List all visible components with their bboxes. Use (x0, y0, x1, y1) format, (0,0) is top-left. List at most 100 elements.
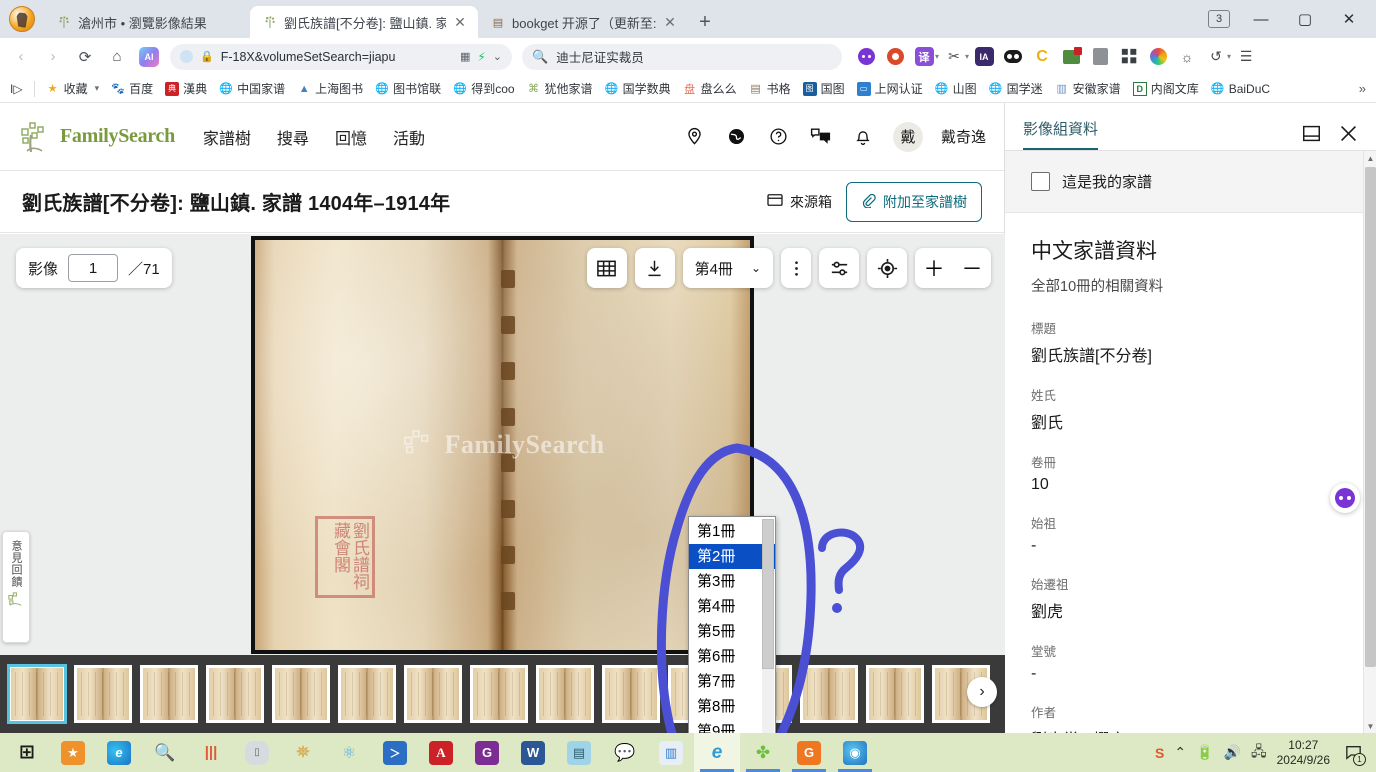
taskbar-star-app[interactable]: ★ (50, 733, 96, 772)
battery-icon[interactable]: 🔋 (1196, 744, 1213, 761)
new-tab-button[interactable]: + (688, 6, 722, 38)
history-undo-icon[interactable]: ↺ (1202, 43, 1230, 71)
chat-bubbles-icon[interactable] (809, 125, 833, 149)
internet-archive-icon[interactable]: IA (970, 43, 998, 71)
forward-icon[interactable]: › (38, 42, 68, 72)
home-icon[interactable]: ⌂ (102, 42, 132, 72)
chevron-down-icon[interactable]: ▾ (95, 83, 100, 94)
taskbar-mouse-app[interactable]: ▯ (234, 733, 280, 772)
taskbar-reader-app[interactable]: ▥ (648, 733, 694, 772)
nav-item-search[interactable]: 搜尋 (277, 125, 309, 149)
bookmarks-sidebar-toggle[interactable]: I▷ (4, 80, 29, 98)
bookmark-item-5[interactable]: 🌐 图书馆联 (369, 78, 447, 99)
taskbar-horse-app[interactable]: ⛯ (280, 733, 326, 772)
grid-view-button[interactable] (587, 248, 627, 288)
chat-assistant-fab[interactable] (1330, 483, 1360, 513)
familysearch-logo[interactable]: FamilySearch (18, 120, 175, 154)
thumbnail-item[interactable] (470, 665, 528, 723)
bookmark-item-6[interactable]: 🌐 得到coo (447, 78, 520, 99)
bookmark-item-15[interactable]: ▥ 安徽家谱 (1049, 78, 1127, 99)
bookmark-item-9[interactable]: 盘 盘么么 (677, 78, 743, 99)
filmstrip-next-button[interactable]: › (967, 677, 997, 707)
bookmark-item-1[interactable]: 🐾 百度 (105, 78, 159, 99)
browser-tab-1[interactable]: 劉氏族譜[不分卷]: 鹽山鎮. 家譜 ✕ (250, 6, 478, 38)
nav-item-tree[interactable]: 家譜樹 (203, 125, 251, 149)
tab-image-group-info[interactable]: 影像組資料 (1023, 118, 1098, 151)
color-wheel-ai-icon[interactable] (1144, 43, 1172, 71)
close-icon[interactable] (1339, 124, 1358, 143)
sogou-input-icon[interactable]: S (1155, 745, 1164, 761)
globe-icon[interactable] (725, 125, 749, 149)
show-hidden-icons-chevron[interactable]: ⌃ (1174, 744, 1186, 761)
bookmark-item-17[interactable]: 🌐 BaiDuC (1205, 80, 1276, 98)
taskbar-wechat[interactable]: 💬 (602, 733, 648, 772)
download-button[interactable] (635, 248, 675, 288)
zoom-in-button[interactable]: ＋ (915, 248, 953, 288)
zoom-out-button[interactable]: － (953, 248, 991, 288)
bookmark-item-4[interactable]: ▲ 上海图书 (291, 78, 369, 99)
panel-scrollbar[interactable]: ▲ ▼ (1363, 151, 1376, 733)
taskbar-powershell[interactable]: ＞ (372, 733, 418, 772)
bookmark-item-14[interactable]: 🌐 国学迷 (983, 78, 1049, 99)
taskbar-acrobat[interactable]: A (418, 733, 464, 772)
back-icon[interactable]: ‹ (6, 42, 36, 72)
bookmark-item-16[interactable]: D 内阁文库 (1127, 78, 1205, 99)
dual-dot-icon[interactable] (999, 43, 1027, 71)
taskbar-clover[interactable]: ✤ (740, 733, 786, 772)
chat-assistant-icon[interactable] (852, 43, 880, 71)
thumbnail-item[interactable] (602, 665, 660, 723)
history-caret-icon[interactable]: ▾ (1227, 52, 1231, 61)
search-bar[interactable]: 🔍 迪士尼证实裁员 (522, 44, 842, 70)
thumbnail-item[interactable] (536, 665, 594, 723)
bookmark-item-0[interactable]: ★ 收藏 ▾ (40, 78, 106, 99)
taskbar-atom-app[interactable]: ⚛ (326, 733, 372, 772)
weibo-icon[interactable] (881, 43, 909, 71)
taskbar-gpdf2[interactable]: G (786, 733, 832, 772)
bookmark-item-13[interactable]: 🌐 山图 (929, 78, 983, 99)
bookmark-item-11[interactable]: 图 国图 (797, 78, 851, 99)
browser-tab-1-close-icon[interactable]: ✕ (452, 14, 468, 30)
avatar[interactable]: 戴 (893, 122, 923, 152)
bookmark-item-7[interactable]: ⌘ 犹他家谱 (521, 78, 599, 99)
scissors-icon[interactable]: ✂ (940, 43, 968, 71)
bookmark-item-8[interactable]: 🌐 国学数典 (599, 78, 677, 99)
volume-dropdown-list[interactable]: 第1冊 第2冊 第3冊 第4冊 第5冊 第6冊 第7冊 第8冊 第9冊 第10冊 (688, 516, 776, 733)
user-name[interactable]: 戴奇逸 (941, 126, 986, 147)
bookmark-item-12[interactable]: ▭ 上网认证 (851, 78, 929, 99)
location-pin-icon[interactable] (683, 125, 707, 149)
lightning-icon[interactable]: ⚡ (477, 50, 485, 64)
thumbnail-item[interactable] (404, 665, 462, 723)
tab-count-badge[interactable]: 3 (1208, 10, 1230, 28)
thumbnail-item[interactable] (866, 665, 924, 723)
thumbnail-item[interactable] (74, 665, 132, 723)
bookmark-item-3[interactable]: 🌐 中国家谱 (213, 78, 291, 99)
taskbar-notes-app[interactable]: ▤ (556, 733, 602, 772)
taskbar-firefox[interactable]: ◉ (832, 733, 878, 772)
more-options-button[interactable] (781, 248, 811, 288)
center-target-button[interactable] (867, 248, 907, 288)
scroll-down-arrow-icon[interactable]: ▼ (1364, 719, 1376, 733)
book-image[interactable]: FamilySearch 劉氏譜祠藏會閣 (0, 234, 1005, 655)
dropdown-scrollbar[interactable] (762, 519, 774, 733)
menu-icon[interactable]: ☰ (1232, 43, 1260, 71)
browser-tab-2-close-icon[interactable]: ✕ (662, 14, 678, 30)
address-bar[interactable]: 🔒 F-18X&volumeSetSearch=jiapu ▦ ⚡ ⌄ (170, 44, 512, 70)
nav-item-memories[interactable]: 回憶 (335, 125, 367, 149)
qr-code-icon[interactable]: ▦ (460, 50, 470, 63)
window-close-button[interactable]: ✕ (1328, 0, 1370, 38)
my-family-tree-row[interactable]: 這是我的家譜 (1005, 151, 1376, 213)
volume-select[interactable]: 第4冊 ⌄ (683, 248, 773, 288)
thumbnail-item[interactable] (338, 665, 396, 723)
browser-tab-2[interactable]: ▤ bookget 开源了（更新至: 24.0 ✕ (478, 6, 688, 38)
thumbnail-item[interactable] (140, 665, 198, 723)
adjust-image-button[interactable] (819, 248, 859, 288)
window-minimize-button[interactable]: — (1240, 0, 1282, 38)
grid-apps-icon[interactable] (1115, 43, 1143, 71)
source-box-button[interactable]: 來源箱 (767, 192, 832, 212)
taskbar-edge[interactable]: e (96, 733, 142, 772)
attach-to-tree-button[interactable]: 附加至家譜樹 (846, 182, 982, 222)
nav-item-activities[interactable]: 活動 (393, 125, 425, 149)
thumbnail-item[interactable] (206, 665, 264, 723)
taskbar-search-app[interactable]: 🔍 (142, 733, 188, 772)
bookmarks-overflow-button[interactable]: » (1359, 81, 1372, 96)
